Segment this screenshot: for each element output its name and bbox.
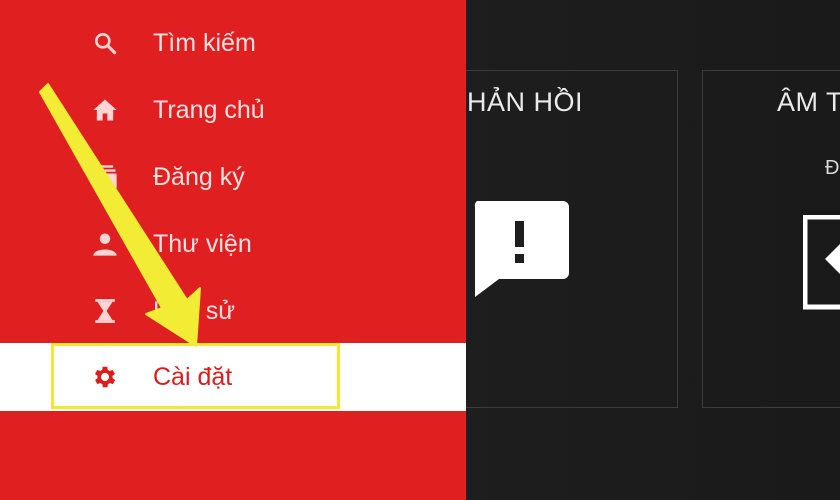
home-icon	[90, 95, 120, 125]
menu-item-label: Thư viện	[153, 229, 252, 258]
person-icon	[90, 229, 120, 259]
menu-item-label: Tìm kiếm	[153, 28, 256, 57]
menu-item-label: Lịch sử	[153, 296, 236, 325]
menu-item-subscriptions[interactable]: Đăng ký	[0, 144, 466, 210]
feedback-icon	[474, 201, 569, 297]
sound-card-title: ÂM T	[777, 87, 840, 117]
gear-icon	[90, 362, 120, 392]
sound-card-subtitle: Đ	[825, 157, 840, 179]
feedback-card-title: HẢN HỒI	[467, 87, 584, 117]
menu-item-label: Đăng ký	[153, 162, 245, 191]
search-icon	[90, 28, 120, 58]
menu-item-library[interactable]: Thư viện	[0, 211, 466, 277]
sound-card[interactable]: ÂM T Đ	[702, 70, 840, 408]
menu-item-search[interactable]: Tìm kiếm	[0, 10, 466, 76]
navigation-drawer: Tìm kiếm Trang chủ Đăng ký Thư viện Lịch…	[0, 0, 466, 500]
menu-item-label: Trang chủ	[153, 95, 265, 124]
menu-item-history[interactable]: Lịch sử	[0, 278, 466, 344]
hourglass-icon	[90, 296, 120, 326]
menu-item-home[interactable]: Trang chủ	[0, 77, 466, 143]
subscriptions-icon	[90, 162, 120, 192]
menu-item-settings[interactable]: Cài đặt	[0, 343, 466, 411]
sound-icon	[803, 215, 840, 310]
menu-item-label: Cài đặt	[153, 362, 233, 391]
